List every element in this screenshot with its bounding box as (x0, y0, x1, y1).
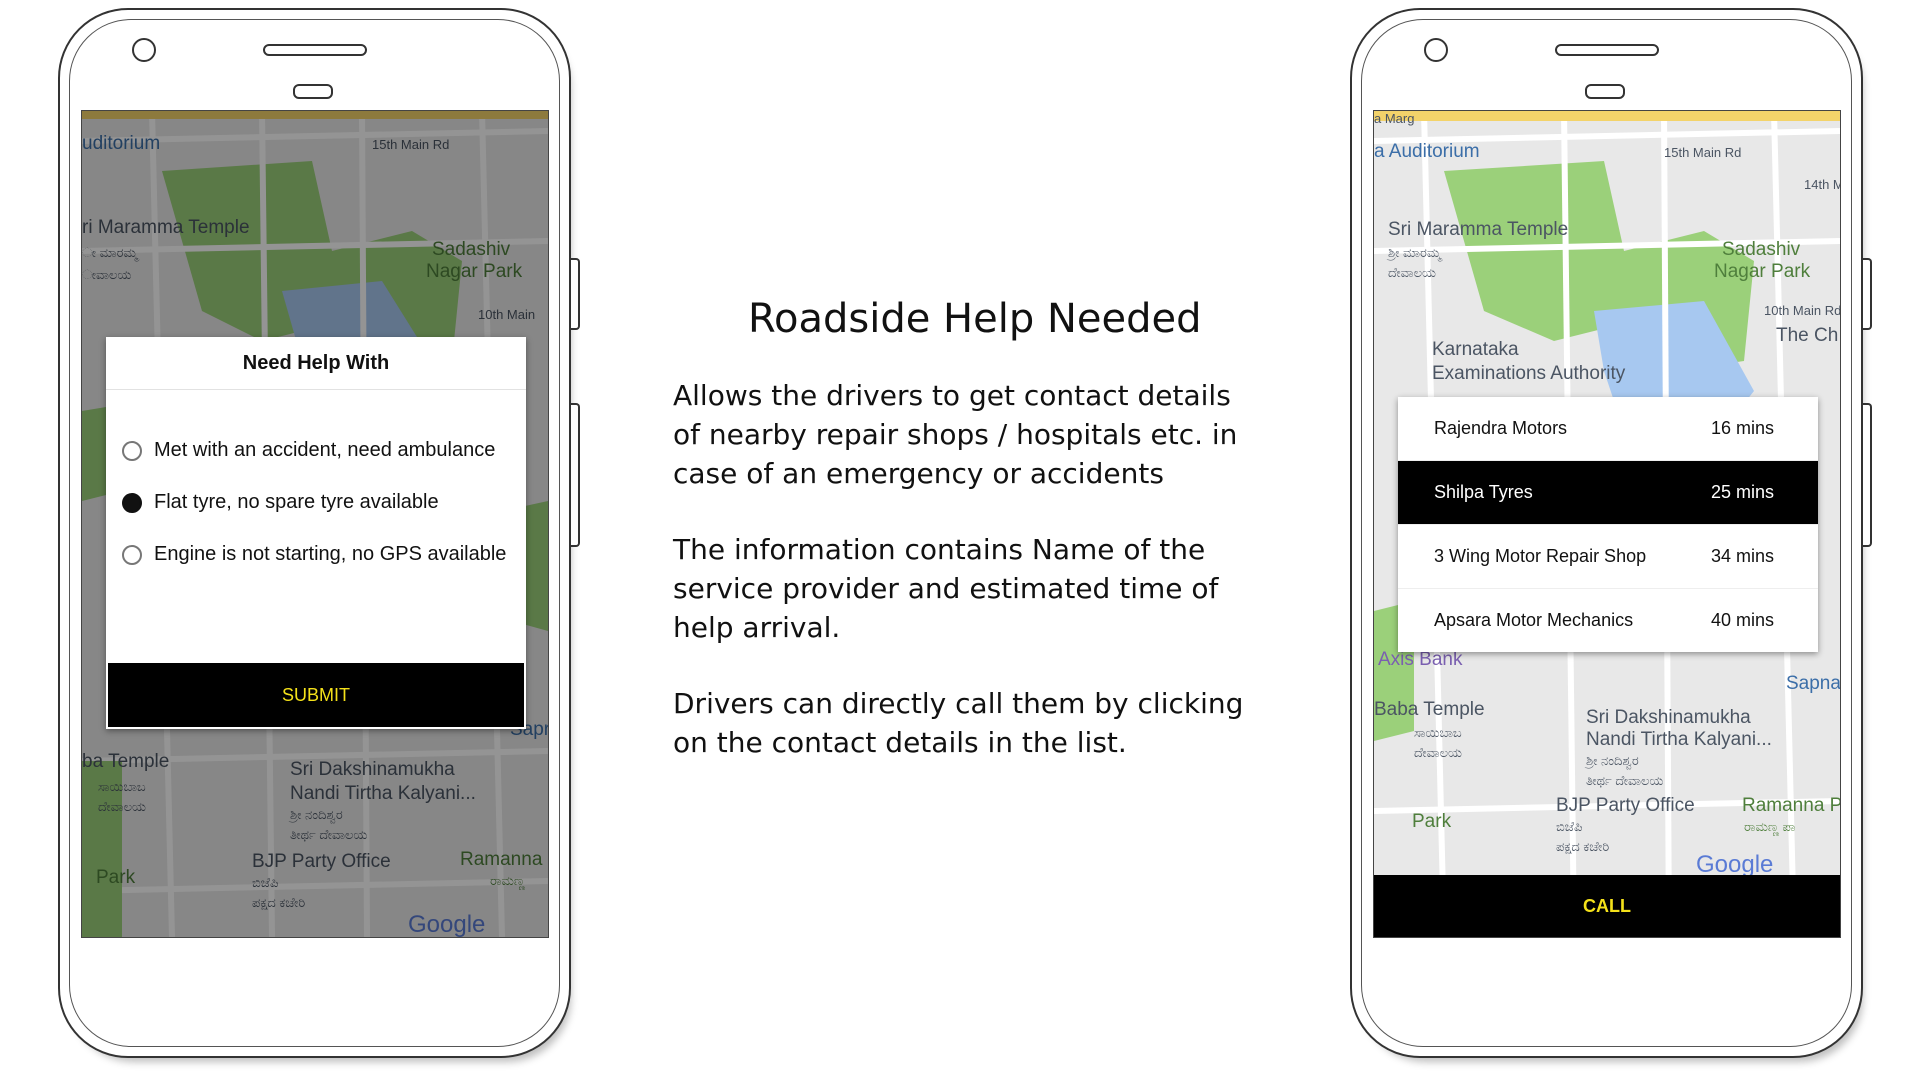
description-paragraph: The information contains Name of the ser… (673, 533, 1219, 644)
map-label: Sapna (1786, 673, 1841, 694)
map-label: BJP Party Office (1556, 795, 1695, 816)
description-paragraph: Drivers can directly call them by clicki… (673, 687, 1244, 759)
map-label: The Ch (1776, 325, 1839, 346)
provider-eta: 16 mins (1710, 418, 1774, 438)
map-label: Sri Maramma Temple (1388, 219, 1569, 240)
camera-icon (132, 38, 156, 62)
phone-screen: a Marg a Auditorium 15th Main Rd 14th M … (1373, 110, 1841, 938)
map-label: 15th Main Rd (1664, 145, 1742, 160)
map-label: Sadashiv (1722, 239, 1801, 260)
radio-button-icon[interactable] (122, 544, 142, 565)
phone-screen: uditorium 15th Main Rd ri Maramma Temple… (81, 110, 549, 938)
list-item[interactable]: Shilpa Tyres 25 mins (1398, 461, 1818, 525)
speaker-grille (1555, 44, 1659, 56)
map-label: ರಾಮಣ್ಣ ಪಾ (1744, 819, 1796, 834)
description-paragraph: Allows the drivers to get contact detail… (673, 379, 1238, 490)
map-label: Examinations Authority (1432, 363, 1626, 384)
phone-side-button (571, 403, 580, 547)
list-item[interactable]: Apsara Motor Mechanics 40 mins (1398, 589, 1818, 652)
map-label: Ramanna P (1742, 795, 1841, 816)
map-label: 14th M (1804, 177, 1841, 192)
map-label: ಶ್ರೀ ಮಾರಮ್ಮ (1388, 245, 1442, 260)
phone-mockup-right: a Marg a Auditorium 15th Main Rd 14th M … (1350, 8, 1872, 1058)
phone-mockup-left: uditorium 15th Main Rd ri Maramma Temple… (58, 8, 580, 1058)
page-title: Roadside Help Needed (748, 296, 1202, 342)
camera-icon (1424, 38, 1448, 62)
help-dialog: Need Help With Met with an accident, nee… (106, 337, 526, 729)
map-label: Sri Dakshinamukha (1586, 707, 1751, 728)
map-label: ಬಿಜೆಪಿ (1556, 819, 1583, 834)
option-engine[interactable]: Engine is not starting, no GPS available (122, 543, 506, 566)
map-label: ಶ್ರೀ ನಂದಿಶ್ವರ (1586, 753, 1639, 768)
map-label: a Auditorium (1374, 141, 1480, 162)
map-label: Karnataka (1432, 339, 1519, 360)
map-label: a Marg (1374, 111, 1415, 126)
option-label: Met with an accident, need ambulance (154, 439, 496, 461)
phone-side-button (571, 258, 580, 330)
speaker-grille (263, 44, 367, 56)
provider-name: Rajendra Motors (1434, 418, 1568, 438)
option-flat-tyre[interactable]: Flat tyre, no spare tyre available (122, 491, 439, 514)
provider-eta: 40 mins (1710, 610, 1774, 630)
provider-name: 3 Wing Motor Repair Shop (1434, 546, 1647, 566)
map-label: 10th Main Rd (1764, 303, 1841, 318)
map-label: Nandi Tirtha Kalyani... (1586, 729, 1772, 750)
provider-name: Shilpa Tyres (1434, 482, 1533, 502)
sensor (293, 84, 333, 99)
map-label: ದೇವಾಲಯ (1414, 745, 1462, 760)
map-label: Park (1412, 811, 1452, 832)
option-accident[interactable]: Met with an accident, need ambulance (122, 439, 495, 462)
option-label: Flat tyre, no spare tyre available (154, 491, 439, 513)
option-label: Engine is not starting, no GPS available (154, 543, 507, 565)
map-label: ತೀರ್ಥ ದೇವಾಲಯ (1586, 773, 1664, 788)
service-provider-list: Rajendra Motors 16 mins Shilpa Tyres 25 … (1398, 397, 1818, 652)
list-item[interactable]: 3 Wing Motor Repair Shop 34 mins (1398, 525, 1818, 589)
map-label: Baba Temple (1374, 699, 1485, 720)
map-label: Axis Bank (1378, 649, 1463, 670)
sensor (1585, 84, 1625, 99)
radio-button-icon[interactable] (122, 492, 142, 513)
provider-eta: 25 mins (1710, 482, 1774, 502)
list-item[interactable]: Rajendra Motors 16 mins (1398, 397, 1818, 461)
radio-button-icon[interactable] (122, 440, 142, 461)
dialog-title: Need Help With (106, 337, 526, 390)
map-label: ಪಕ್ಷದ ಕಚೇರಿ (1556, 839, 1610, 854)
call-button[interactable]: CALL (1374, 875, 1840, 937)
provider-eta: 34 mins (1710, 546, 1774, 566)
map-label: ದೇವಾಲಯ (1388, 265, 1436, 280)
submit-button[interactable]: SUBMIT (108, 663, 524, 727)
phone-side-button (1863, 403, 1872, 547)
map-label: ಸಾಯಿಬಾಬ (1414, 725, 1462, 740)
provider-name: Apsara Motor Mechanics (1434, 610, 1634, 630)
map-label: Nagar Park (1714, 261, 1811, 282)
phone-side-button (1863, 258, 1872, 330)
